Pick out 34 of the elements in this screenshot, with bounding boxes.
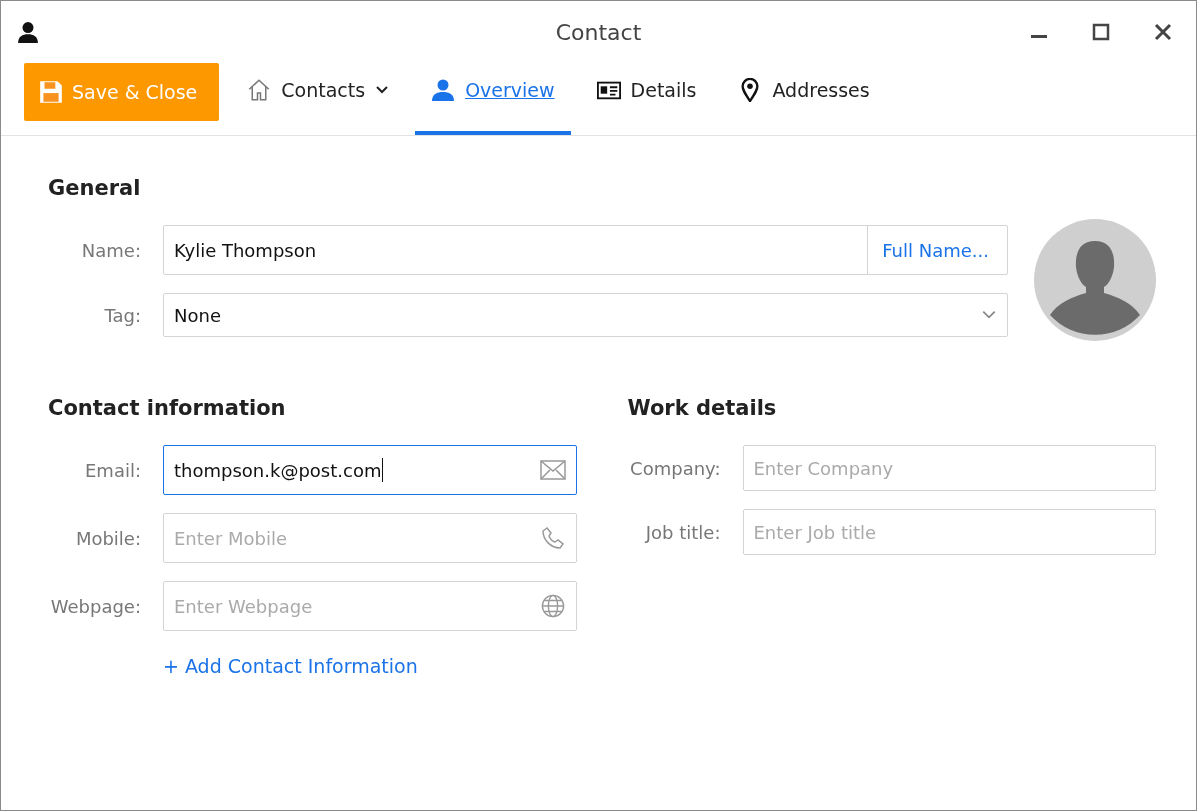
field-label: Tag: — [103, 304, 142, 326]
input-field[interactable]: Enter Mobile — [163, 513, 577, 563]
field-label: Mobile: — [74, 527, 142, 549]
person-icon — [17, 21, 39, 43]
toolbar-tab[interactable]: Contacts — [231, 63, 406, 135]
field-label: Webpage: — [49, 595, 142, 617]
input-field[interactable]: Enter Job title — [742, 509, 1156, 555]
phone-icon — [539, 526, 566, 550]
field-label: Email: — [84, 459, 142, 481]
input-field[interactable]: Enter Company — [742, 445, 1156, 491]
field-label: Job title: — [643, 521, 722, 543]
chevron-down-icon — [375, 85, 390, 95]
envelope-icon — [539, 458, 566, 482]
field-label: Name: — [80, 239, 142, 261]
name-field[interactable]: Kylie Thompson Full Name... — [163, 225, 1008, 275]
section-heading: General — [48, 176, 141, 200]
toolbar-tab[interactable]: Overview — [415, 63, 571, 135]
toolbar-tab[interactable]: Details — [580, 63, 713, 135]
full-name-button[interactable]: Full Name... — [867, 226, 1007, 274]
chevron-down-icon — [981, 309, 997, 321]
section-heading: Contact information — [48, 396, 286, 420]
house-icon — [247, 78, 272, 102]
field-label: Company: — [629, 457, 722, 479]
tag-dropdown[interactable]: None — [163, 293, 1008, 337]
maximize-icon[interactable] — [1092, 23, 1110, 41]
input-field[interactable]: Enter Webpage — [163, 581, 577, 631]
section-heading: Work details — [627, 396, 777, 420]
add-contact-info-link[interactable]: + Add Contact Information — [163, 655, 418, 677]
input-field[interactable]: thompson.k@post.com — [163, 445, 577, 495]
window-title: Contact — [555, 19, 642, 45]
globe-icon — [539, 594, 566, 618]
close-icon[interactable] — [1154, 23, 1172, 41]
toolbar-tab[interactable]: Addresses — [722, 63, 886, 135]
person-icon — [431, 78, 456, 102]
